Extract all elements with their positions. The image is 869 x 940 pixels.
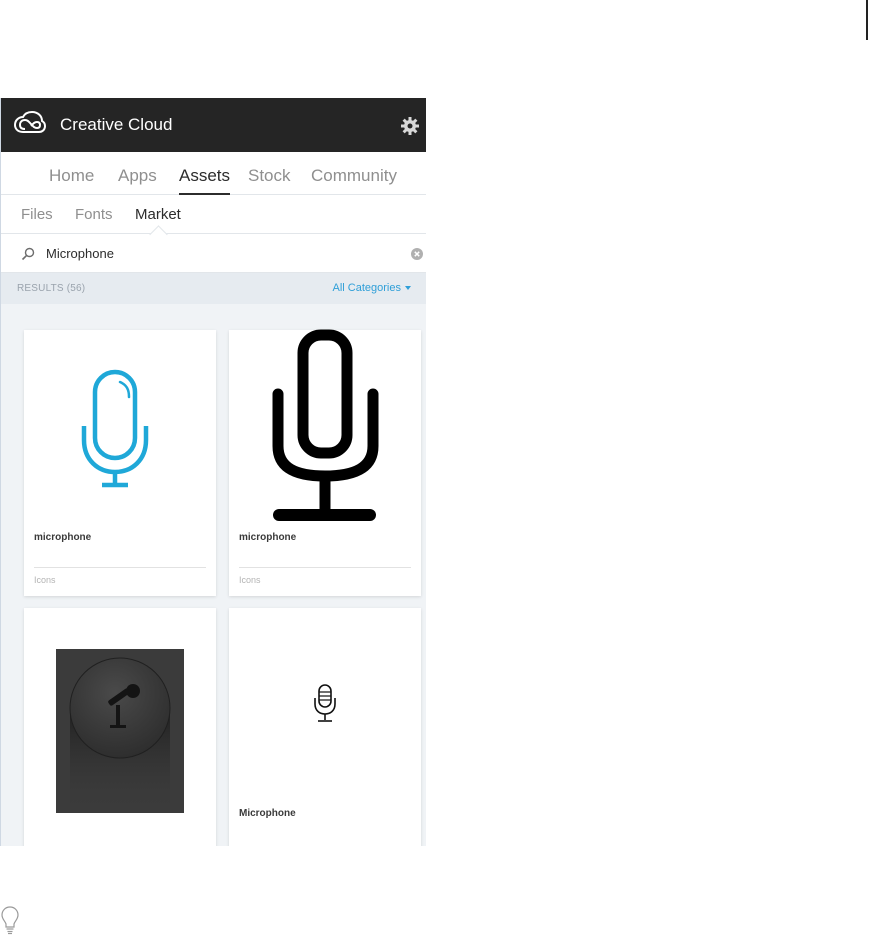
- card-divider: [34, 567, 206, 568]
- card-divider: [239, 567, 411, 568]
- microphone-studio-icon: [314, 684, 336, 722]
- titlebar: Creative Cloud: [1, 98, 426, 152]
- tab-assets[interactable]: Assets: [179, 166, 231, 195]
- card-title: Microphone: [239, 808, 296, 819]
- category-dropdown[interactable]: All Categories: [333, 282, 411, 294]
- search-input[interactable]: [46, 242, 396, 264]
- tab-apps[interactable]: Apps: [118, 166, 157, 186]
- results-count: RESULTS (56): [17, 283, 86, 294]
- tab-community[interactable]: Community: [311, 166, 397, 186]
- creative-cloud-logo-icon: [14, 111, 46, 133]
- microphone-bold-black-icon: [272, 329, 379, 521]
- card-title: microphone: [239, 532, 297, 543]
- microphone-outline-blue-icon: [81, 369, 149, 488]
- tab-stock[interactable]: Stock: [248, 166, 291, 186]
- card-tag: Icons: [239, 575, 261, 585]
- main-nav: Home Apps Assets Stock Community: [1, 152, 426, 195]
- caret-down-icon: [405, 286, 411, 291]
- subtab-files[interactable]: Files: [21, 206, 53, 223]
- subtab-market[interactable]: Market: [135, 206, 181, 223]
- lightbulb-icon: [1, 906, 19, 935]
- clear-icon[interactable]: [411, 248, 423, 260]
- assets-subnav: Files Fonts Market: [1, 195, 426, 234]
- result-card-3[interactable]: [24, 608, 216, 846]
- search-bar: [1, 234, 426, 273]
- subtab-fonts[interactable]: Fonts: [75, 206, 113, 223]
- result-card-2[interactable]: microphone Icons: [229, 329, 421, 596]
- microphone-button-dark-icon: [56, 649, 184, 813]
- app-title: Creative Cloud: [60, 115, 173, 134]
- window-edge-bar: [866, 0, 868, 40]
- card-tag: Icons: [34, 575, 56, 585]
- gear-icon[interactable]: [401, 117, 419, 135]
- result-card-1[interactable]: microphone Icons: [24, 330, 216, 596]
- search-icon: [21, 247, 35, 261]
- creative-cloud-panel: Creative Cloud Home Apps Assets Stock Co…: [0, 98, 426, 846]
- results-bar: RESULTS (56) All Categories: [1, 273, 426, 304]
- tab-home[interactable]: Home: [49, 166, 94, 186]
- card-title: microphone: [34, 532, 92, 543]
- result-card-4[interactable]: Microphone: [229, 608, 421, 846]
